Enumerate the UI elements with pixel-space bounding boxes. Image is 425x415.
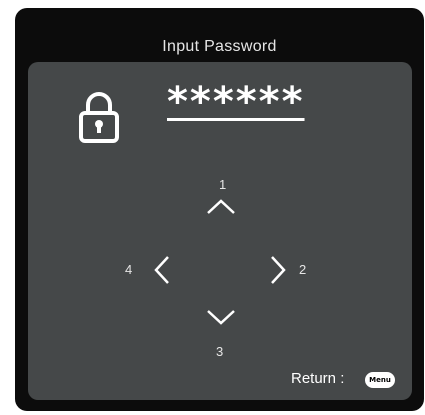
password-field[interactable]: ****** xyxy=(167,79,305,125)
chevron-up-icon[interactable] xyxy=(206,198,236,216)
direction-up-number: 1 xyxy=(219,177,227,192)
chevron-right-icon[interactable] xyxy=(269,255,287,285)
return-label: Return : xyxy=(291,370,345,387)
chevron-down-icon[interactable] xyxy=(206,308,236,326)
menu-button[interactable]: Menu xyxy=(365,372,395,388)
dialog-title: Input Password xyxy=(162,38,277,55)
direction-down-number: 3 xyxy=(216,344,224,359)
lock-icon xyxy=(79,92,119,143)
direction-left-number: 4 xyxy=(125,262,133,277)
direction-right-number: 2 xyxy=(299,262,307,277)
chevron-left-icon[interactable] xyxy=(153,255,171,285)
